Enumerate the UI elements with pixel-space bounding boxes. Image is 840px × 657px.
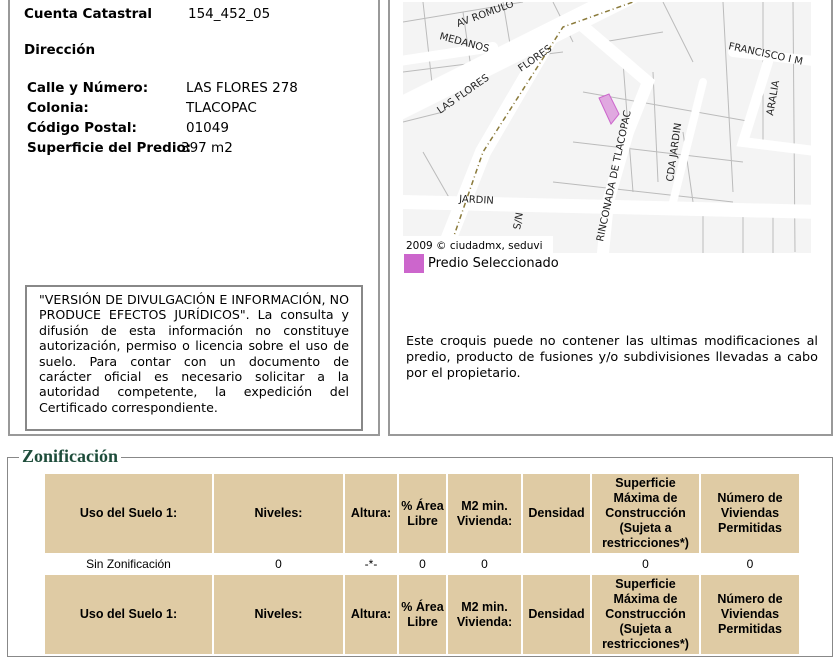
map-copyright: 2009 © ciudadmx, seduvi xyxy=(406,240,543,252)
col-altura: Altura: xyxy=(345,474,397,553)
calle-label: Calle y Número: xyxy=(27,80,149,96)
col-niveles: Niveles: xyxy=(214,474,343,553)
cell: 0 xyxy=(275,557,282,571)
map-note: Este croquis puede no contener las ultim… xyxy=(406,334,818,381)
cell xyxy=(523,555,590,573)
superficie-label: Superficie del Predio: xyxy=(27,140,192,156)
cell: -*- xyxy=(364,557,378,571)
col-m2-min: M2 min. Vivienda: xyxy=(448,575,521,654)
col-num-viviendas: Número de Viviendas Permitidas xyxy=(701,575,799,654)
cp-value: 01049 xyxy=(186,120,229,136)
map-panel: AV ROMULO MEDANOS FLORES LAS FLORES FRAN… xyxy=(388,0,833,436)
calle-value: LAS FLORES 278 xyxy=(186,80,298,96)
street-label: S/N xyxy=(512,212,526,231)
col-area-libre: % Área Libre xyxy=(399,575,446,654)
map-legend: Predio Seleccionado xyxy=(404,254,559,273)
col-num-viviendas: Número de Viviendas Permitidas xyxy=(701,474,799,553)
col-densidad: Densidad xyxy=(523,575,590,654)
selected-parcel[interactable] xyxy=(598,93,620,125)
col-superficie-max: Superficie Máxima de Construcción (Sujet… xyxy=(592,474,699,553)
map-drawing: AV ROMULO MEDANOS FLORES LAS FLORES FRAN… xyxy=(403,2,811,253)
zonificacion-title: Zonificación xyxy=(19,446,122,467)
col-m2-min: M2 min. Vivienda: xyxy=(448,474,521,553)
colonia-label: Colonia: xyxy=(27,100,89,116)
col-niveles: Niveles: xyxy=(214,575,343,654)
cp-label: Código Postal: xyxy=(27,120,137,136)
col-uso: Uso del Suelo 1: xyxy=(45,474,212,553)
street-label: RINCONADA DE TLACOPAC xyxy=(595,109,634,242)
property-info-panel: Cuenta Catastral 154_452_05 Dirección Ca… xyxy=(8,0,380,436)
legend-label: Predio Seleccionado xyxy=(428,256,559,271)
cuenta-label: Cuenta Catastral xyxy=(24,6,153,22)
cell: 0 xyxy=(642,557,649,571)
cuenta-value: 154_452_05 xyxy=(188,6,271,22)
cell: 0 xyxy=(746,557,754,571)
colonia-value: TLACOPAC xyxy=(186,100,257,116)
cell: Sin Zonificación xyxy=(86,557,171,571)
col-area-libre: % Área Libre xyxy=(399,474,446,553)
zonificacion-fieldset: Zonificación Uso del Suelo 1: Niveles: A… xyxy=(7,446,833,657)
zonificacion-table: Uso del Suelo 1: Niveles: Altura: % Área… xyxy=(43,472,801,656)
table-header-row: Uso del Suelo 1: Niveles: Altura: % Área… xyxy=(45,575,799,654)
street-label: ARALIA xyxy=(765,79,782,116)
col-superficie-max: Superficie Máxima de Construcción (Sujet… xyxy=(592,575,699,654)
col-uso: Uso del Suelo 1: xyxy=(45,575,212,654)
table-header-row: Uso del Suelo 1: Niveles: Altura: % Área… xyxy=(45,474,799,553)
cell: 0 xyxy=(419,557,426,571)
location-map[interactable]: AV ROMULO MEDANOS FLORES LAS FLORES FRAN… xyxy=(403,2,811,253)
disclaimer-box: "VERSIÓN DE DIVULGACIÓN E INFORMACIÓN, N… xyxy=(25,285,363,431)
table-row: Sin Zonificación 0 -*- 0 0 0 0 xyxy=(45,555,799,573)
superficie-value: 397 m2 xyxy=(181,140,233,156)
col-altura: Altura: xyxy=(345,575,397,654)
cell: 0 xyxy=(481,557,488,571)
direccion-heading: Dirección xyxy=(24,42,96,58)
street-label: JARDIN xyxy=(458,194,494,207)
selected-swatch xyxy=(404,254,424,273)
col-densidad: Densidad xyxy=(523,474,590,553)
